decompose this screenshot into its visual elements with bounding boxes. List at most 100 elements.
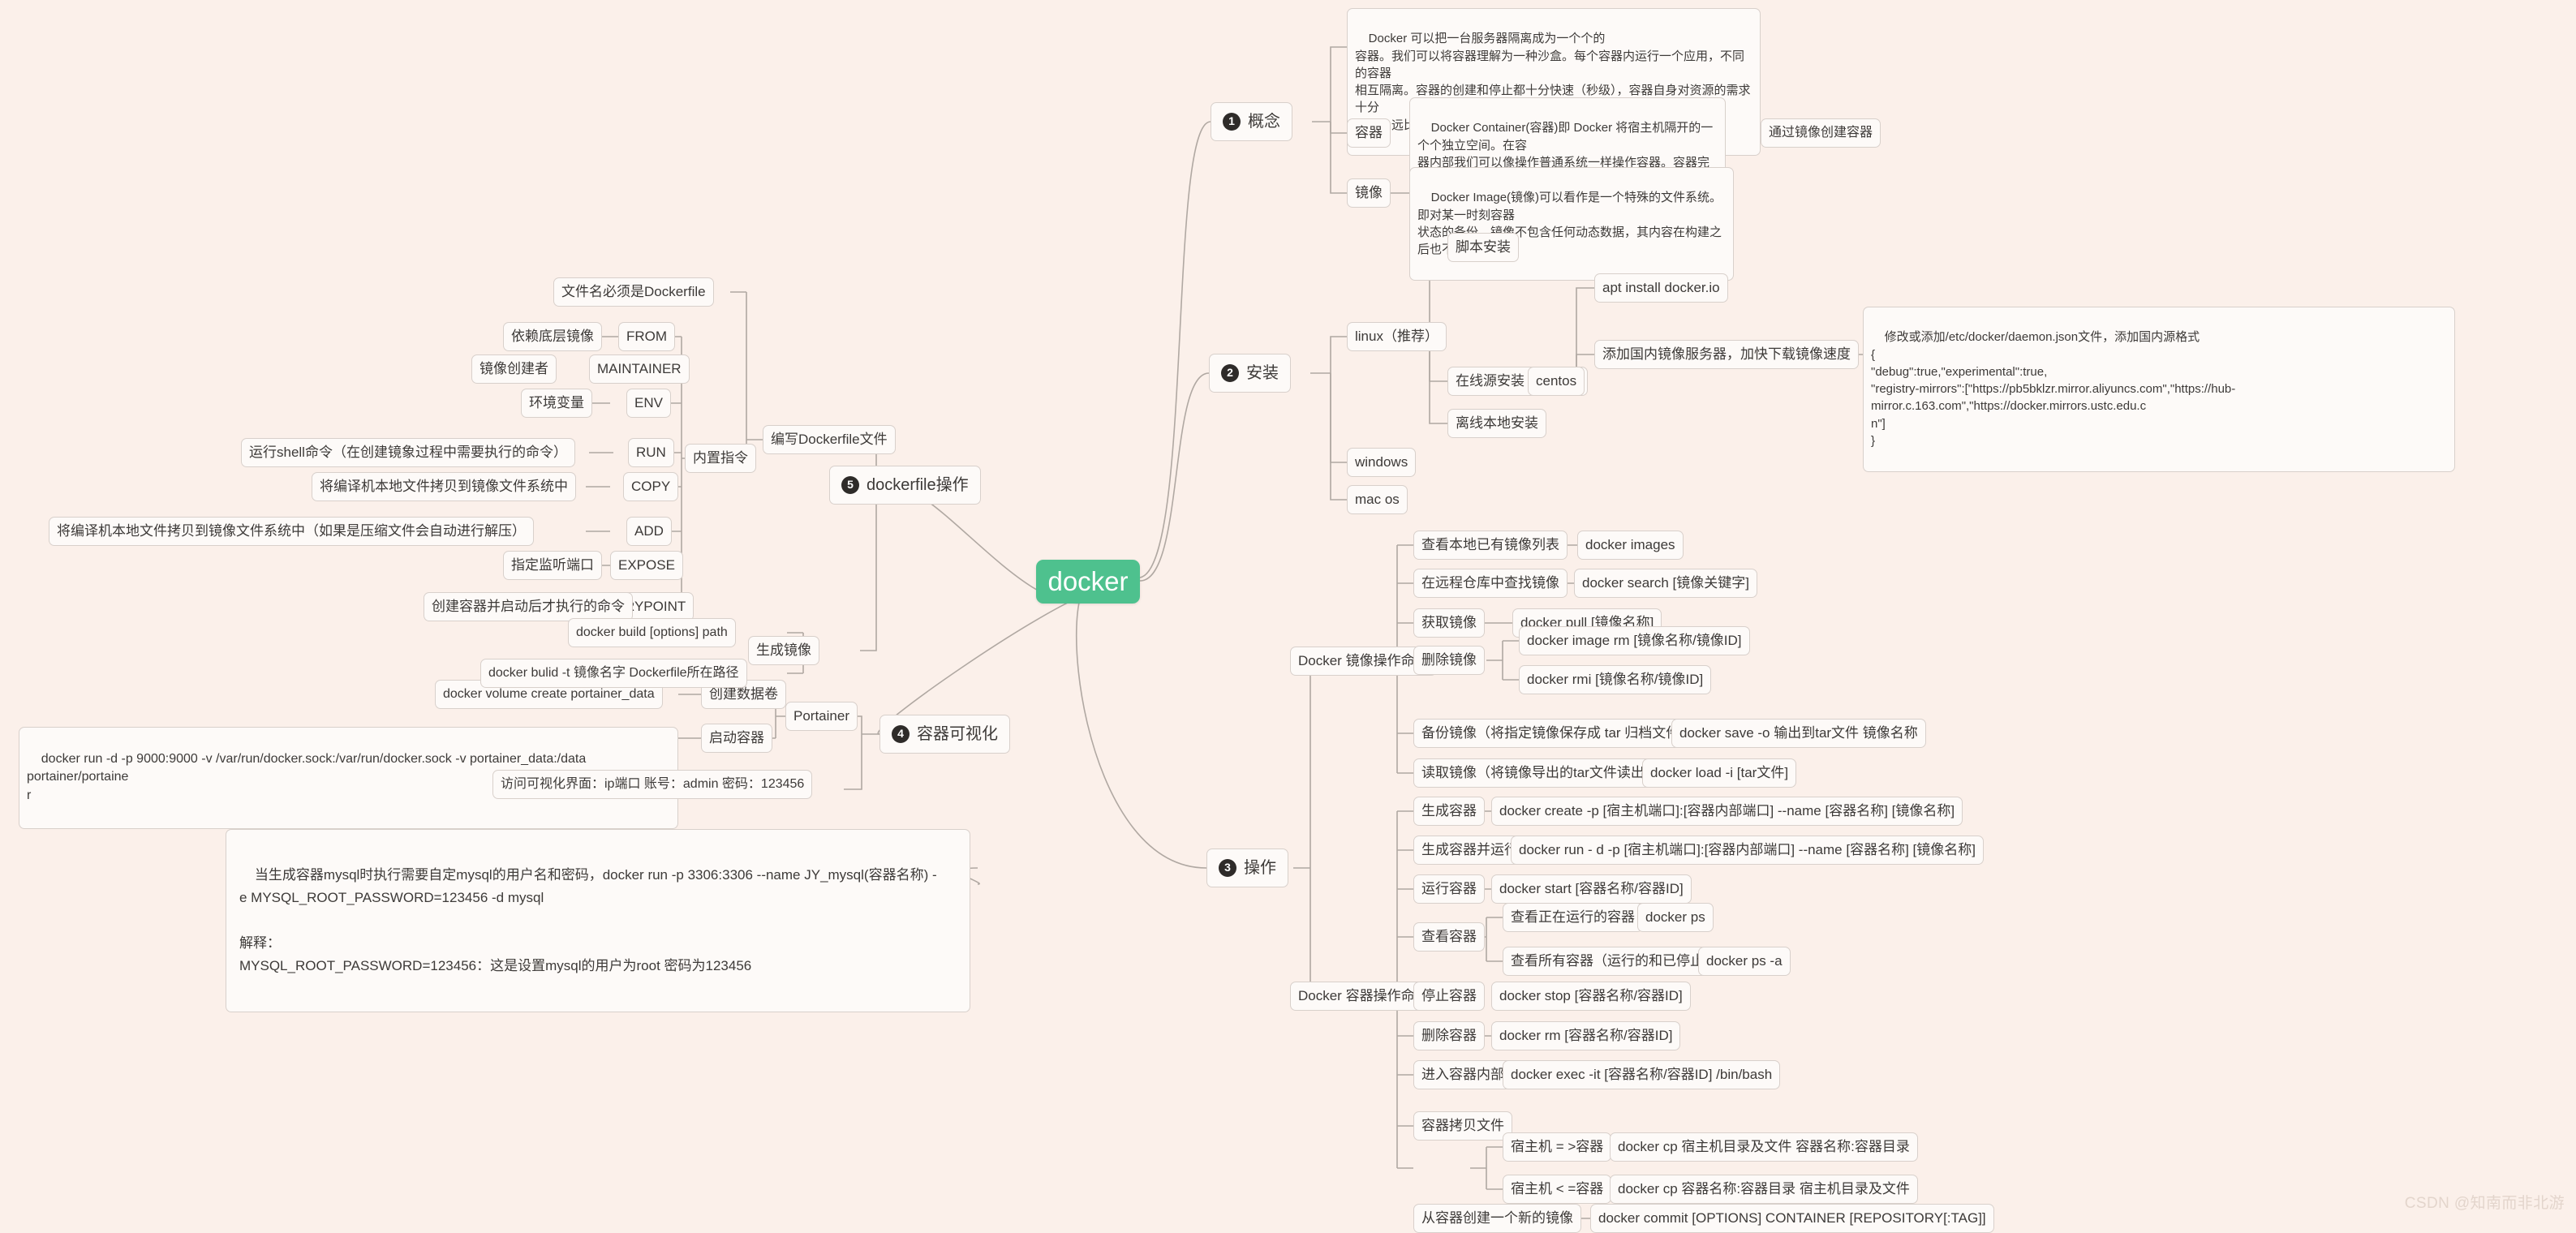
dockerfile-instruction-desc[interactable]: 将编译机本地文件拷贝到镜像文件系统中	[312, 472, 576, 501]
install-apt-node[interactable]: apt install docker.io	[1594, 273, 1728, 303]
install-centos-node[interactable]: centos	[1528, 367, 1585, 396]
install-offline-node[interactable]: 离线本地安装	[1447, 409, 1546, 438]
dockerfile-instruction-keyword[interactable]: RUN	[628, 438, 674, 467]
container-cmd-value[interactable]: docker run - d -p [宿主机端口]:[容器内部端口] --nam…	[1511, 836, 1984, 865]
container-cmd-label[interactable]: 从容器创建一个新的镜像	[1413, 1204, 1581, 1233]
install-script-node[interactable]: 脚本安装	[1447, 233, 1519, 262]
dockerfile-instruction-desc[interactable]: 将编译机本地文件拷贝到镜像文件系统中（如果是压缩文件会自动进行解压）	[49, 517, 534, 546]
concept-image-node[interactable]: 镜像	[1347, 178, 1391, 208]
branch-label: dockerfile操作	[867, 475, 969, 494]
copy-host-to-container-cmd[interactable]: docker cp 宿主机目录及文件 容器名称:容器目录	[1610, 1132, 1918, 1162]
container-cmd-label-text: 进入容器内部	[1421, 1066, 1504, 1082]
image-cmd-value[interactable]: docker load -i [tar文件]	[1642, 758, 1797, 788]
dockerfile-gen-image-node[interactable]: 生成镜像	[748, 636, 819, 665]
concept-container-child-node[interactable]: 通过镜像创建容器	[1761, 118, 1881, 148]
image-cmd-value-text: docker search [镜像关键字]	[1582, 574, 1749, 591]
dockerfile-instruction-keyword[interactable]: ADD	[626, 517, 672, 546]
dockerfile-instruction-keyword[interactable]: MAINTAINER	[589, 354, 690, 384]
dockerfile-instruction-desc-text: 将编译机本地文件拷贝到镜像文件系统中	[320, 478, 568, 494]
image-cmd-value[interactable]: docker rmi [镜像名称/镜像ID]	[1519, 665, 1712, 694]
view-all-containers-cmd[interactable]: docker ps -a	[1698, 947, 1791, 976]
branch-node-visualization[interactable]: 4 容器可视化	[879, 715, 1010, 754]
container-cmd-label[interactable]: 删除容器	[1413, 1021, 1485, 1050]
image-cmd-value[interactable]: docker images	[1577, 531, 1684, 560]
container-cmd-label-text: 运行容器	[1421, 880, 1477, 896]
copy-host-to-container-node[interactable]: 宿主机 = >容器	[1503, 1132, 1612, 1162]
dockerfile-instruction-keyword[interactable]: COPY	[623, 472, 679, 501]
branch-number-badge: 5	[841, 476, 859, 494]
container-cmd-label[interactable]: 进入容器内部	[1413, 1060, 1512, 1089]
install-windows-label: windows	[1355, 453, 1408, 470]
dockerfile-instruction-desc[interactable]: 创建容器并启动后才执行的命令	[424, 592, 633, 621]
image-cmd-label[interactable]: 获取镜像	[1413, 608, 1485, 638]
install-mirror-node[interactable]: 添加国内镜像服务器，加快下载镜像速度	[1594, 340, 1859, 369]
install-macos-label: mac os	[1355, 491, 1400, 507]
dockerfile-instruction-desc[interactable]: 依赖底层镜像	[503, 322, 602, 351]
image-cmd-value-text: docker image rm [镜像名称/镜像ID]	[1527, 632, 1742, 648]
container-cmd-label[interactable]: 生成容器	[1413, 797, 1485, 826]
install-windows-node[interactable]: windows	[1347, 448, 1417, 477]
image-cmd-value[interactable]: docker image rm [镜像名称/镜像ID]	[1519, 626, 1750, 655]
dockerfile-instruction-keyword[interactable]: ENV	[626, 389, 671, 418]
dockerfile-instruction-desc[interactable]: 镜像创建者	[471, 354, 557, 384]
install-linux-node[interactable]: linux（推荐）	[1347, 322, 1447, 351]
image-cmd-label[interactable]: 在远程仓库中查找镜像	[1413, 569, 1568, 598]
dockerfile-instruction-keyword-text: ADD	[634, 522, 664, 539]
concept-container-node[interactable]: 容器	[1347, 118, 1391, 148]
image-cmd-value[interactable]: docker search [镜像关键字]	[1574, 569, 1757, 598]
dockerfile-instruction-desc-text: 运行shell命令（在创建镜象过程中需要执行的命令）	[249, 444, 567, 460]
dockerfile-instruction-desc[interactable]: 运行shell命令（在创建镜象过程中需要执行的命令）	[241, 438, 575, 467]
branch-label: 概念	[1248, 112, 1280, 131]
container-cmd-value[interactable]: docker commit [OPTIONS] CONTAINER [REPOS…	[1590, 1204, 1994, 1233]
image-cmd-label[interactable]: 查看本地已有镜像列表	[1413, 531, 1568, 560]
image-cmd-value[interactable]: docker save -o 输出到tar文件 镜像名称	[1671, 719, 1926, 748]
branch-node-concept[interactable]: 1 概念	[1211, 102, 1292, 141]
dockerfile-write-node[interactable]: 编写Dockerfile文件	[763, 425, 896, 454]
container-cmd-label[interactable]: 查看容器	[1413, 922, 1485, 952]
install-apt-label: apt install docker.io	[1602, 279, 1720, 295]
copy-container-to-host-node[interactable]: 宿主机 < =容器	[1503, 1175, 1612, 1204]
container-cmd-value[interactable]: docker create -p [宿主机端口]:[容器内部端口] --name…	[1491, 797, 1963, 826]
dockerfile-builtin-node[interactable]: 内置指令	[685, 444, 756, 473]
portainer-start-container-node[interactable]: 启动容器	[701, 724, 772, 753]
portainer-node[interactable]: Portainer	[785, 702, 858, 731]
container-cmd-label[interactable]: 容器拷贝文件	[1413, 1111, 1512, 1141]
concept-image-desc-box: Docker Image(镜像)可以看作是一个特殊的文件系统。即对某一时刻容器 …	[1409, 167, 1734, 281]
view-running-containers-cmd[interactable]: docker ps	[1637, 903, 1714, 932]
dockerfile-instruction-keyword[interactable]: FROM	[618, 322, 676, 351]
container-cmd-label[interactable]: 生成容器并运行	[1413, 836, 1526, 865]
install-macos-node[interactable]: mac os	[1347, 485, 1408, 514]
dockerfile-filename-rule-node[interactable]: 文件名必须是Dockerfile	[553, 277, 714, 307]
branch-node-operation[interactable]: 3 操作	[1206, 848, 1288, 887]
view-running-containers-node[interactable]: 查看正在运行的容器	[1503, 903, 1643, 932]
image-cmd-value-text: docker rmi [镜像名称/镜像ID]	[1527, 671, 1704, 687]
branch-label: 操作	[1244, 858, 1276, 877]
copy-container-to-host-cmd-text: docker cp 容器名称:容器目录 宿主机目录及文件	[1618, 1180, 1910, 1196]
container-cmd-label-text: 查看容器	[1421, 928, 1477, 944]
branch-node-dockerfile[interactable]: 5 dockerfile操作	[829, 466, 981, 505]
branch-node-install[interactable]: 2 安装	[1209, 354, 1291, 393]
container-cmd-value[interactable]: docker rm [容器名称/容器ID]	[1491, 1021, 1681, 1050]
dockerfile-instruction-desc[interactable]: 环境变量	[521, 389, 592, 418]
dockerfile-instruction-keyword-text: EXPOSE	[618, 556, 675, 573]
install-centos-label: centos	[1536, 372, 1577, 389]
container-cmd-value[interactable]: docker stop [容器名称/容器ID]	[1491, 982, 1691, 1011]
dockerfile-gen-image-cmd[interactable]: docker build [options] path	[568, 618, 736, 647]
image-cmd-label-text: 获取镜像	[1421, 614, 1477, 630]
root-label: docker	[1047, 565, 1129, 596]
container-cmd-label[interactable]: 运行容器	[1413, 874, 1485, 904]
container-cmd-value[interactable]: docker exec -it [容器名称/容器ID] /bin/bash	[1503, 1060, 1781, 1089]
dockerfile-instruction-keyword[interactable]: EXPOSE	[610, 551, 683, 580]
dockerfile-instruction-desc[interactable]: 指定监听端口	[503, 551, 602, 580]
view-all-containers-cmd-text: docker ps -a	[1706, 952, 1783, 969]
container-cmd-label[interactable]: 停止容器	[1413, 982, 1485, 1011]
container-cmd-label-text: 从容器创建一个新的镜像	[1421, 1209, 1573, 1226]
image-cmd-label[interactable]: 备份镜像（将指定镜像保存成 tar 归档文件）	[1413, 719, 1702, 748]
image-cmd-label[interactable]: 删除镜像	[1413, 646, 1485, 675]
container-cmd-value-text: docker start [容器名称/容器ID]	[1499, 880, 1684, 896]
dockerfile-gen-image-cmd[interactable]: docker bulid -t 镜像名字 Dockerfile所在路径	[480, 659, 747, 688]
root-node-docker[interactable]: docker	[1036, 560, 1140, 604]
portainer-access-node[interactable]: 访问可视化界面：ip端口 账号：admin 密码：123456	[492, 770, 813, 799]
container-cmd-value[interactable]: docker start [容器名称/容器ID]	[1491, 874, 1692, 904]
copy-container-to-host-cmd[interactable]: docker cp 容器名称:容器目录 宿主机目录及文件	[1610, 1175, 1918, 1204]
